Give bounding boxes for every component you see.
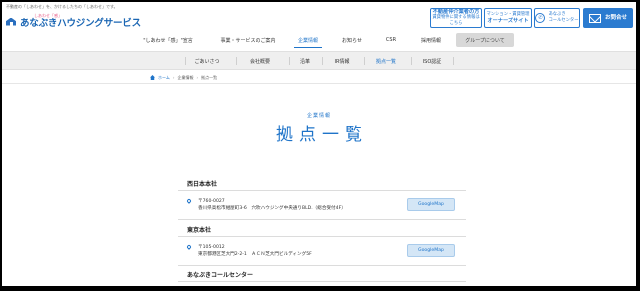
global-nav: "しあわせ「感」"宣言 事業・サービスのご案内 企業情報 お知らせ CSR 採用… xyxy=(2,30,636,50)
gnav-item-group[interactable]: グループについて xyxy=(456,33,514,47)
subnav-divider xyxy=(322,57,323,65)
realtor-button[interactable]: 不動産仲介業者の方 賃貸物件に関する情報はこちら xyxy=(430,8,482,28)
office-row: 〒760-0027 香川県高松市紺屋町3-6 穴吹ハウジング中央通りBLD.（総… xyxy=(186,198,466,216)
owners-site-button[interactable]: マンション・賃貸管理 オーナーズサイト xyxy=(484,8,532,28)
owners-site-button-label: オーナーズサイト xyxy=(487,18,529,24)
logo-text: あなぶきハウジングサービス xyxy=(20,18,141,29)
breadcrumb: ホーム › 企業情報 › 拠点一覧 xyxy=(150,74,217,81)
page-title: 拠点一覧 xyxy=(276,125,368,145)
breadcrumb-divider xyxy=(2,83,636,84)
gnav-item-recruit[interactable]: 採用情報 xyxy=(410,30,452,50)
office-row: 〒105-0012 東京都港区芝大門2-2-1 ＡＣＮ芝大門ビルディング5F G… xyxy=(186,244,466,262)
gnav-item-declaration[interactable]: "しあわせ「感」"宣言 xyxy=(126,30,210,50)
subnav-divider xyxy=(364,57,365,65)
office-address: 香川県高松市紺屋町3-6 穴吹ハウジング中央通りBLD.（総合受付4F） xyxy=(198,206,346,211)
gnav-item-services[interactable]: 事業・サービスのご案内 xyxy=(214,30,282,50)
map-pin-icon xyxy=(186,244,192,250)
subnav-divider xyxy=(411,57,412,65)
contact-button[interactable]: お問合せ xyxy=(583,8,633,28)
office-postal: 〒105-0012 xyxy=(198,245,225,250)
company-subnav: ごあいさつ 会社概要 沿革 IR情報 拠点一覧 ISO認証 xyxy=(2,51,636,70)
office-divider xyxy=(178,281,466,282)
subnav-divider xyxy=(236,57,237,65)
google-map-button[interactable]: GoogleMap xyxy=(407,198,455,211)
office-name: あなぶきコールセンター xyxy=(187,272,254,279)
office-divider xyxy=(178,190,466,191)
office-address: 東京都港区芝大門2-2-1 ＡＣＮ芝大門ビルディング5F xyxy=(198,252,312,257)
chevron-right-icon: › xyxy=(196,75,199,80)
breadcrumb-home[interactable]: ホーム xyxy=(158,75,170,81)
subnav-divider xyxy=(453,57,454,65)
office-name: 東京本社 xyxy=(187,227,212,234)
office-divider xyxy=(178,265,466,266)
site-logo[interactable]: しあわせ「感」 あなぶきハウジングサービス xyxy=(6,11,141,31)
gnav-item-csr[interactable]: CSR xyxy=(376,30,406,50)
gnav-item-news[interactable]: お知らせ xyxy=(332,30,372,50)
office-divider xyxy=(178,219,466,220)
subnav-divider xyxy=(289,57,290,65)
subnav-item-greeting[interactable]: ごあいさつ xyxy=(187,52,227,70)
page-kicker: 企業情報 xyxy=(306,113,331,119)
subnav-item-ir[interactable]: IR情報 xyxy=(324,52,360,70)
home-icon[interactable] xyxy=(150,75,155,80)
mail-icon xyxy=(588,13,601,23)
office-name: 西日本本社 xyxy=(187,181,218,188)
google-map-button[interactable]: GoogleMap xyxy=(407,244,455,257)
contact-button-label: お問合せ xyxy=(604,15,627,21)
office-postal: 〒760-0027 xyxy=(198,199,225,204)
page: 不動産の「しあわせ」を、かけるしたちの「しあわせ」です。 しあわせ「感」 あなぶ… xyxy=(2,2,636,286)
chevron-right-icon: › xyxy=(172,75,175,80)
subnav-item-locations[interactable]: 拠点一覧 xyxy=(366,52,406,70)
subnav-item-overview[interactable]: 会社概要 xyxy=(238,52,282,70)
office-divider xyxy=(178,236,466,237)
subnav-item-iso[interactable]: ISO認証 xyxy=(413,52,451,70)
breadcrumb-current: 拠点一覧 xyxy=(201,74,218,80)
breadcrumb-parent[interactable]: 企業情報 xyxy=(178,75,194,81)
house-logo-icon xyxy=(6,16,17,27)
phone-icon: ✆ xyxy=(535,13,546,23)
map-pin-icon xyxy=(186,198,192,204)
subnav-item-history[interactable]: 沿革 xyxy=(291,52,319,70)
header-tagline: 不動産の「しあわせ」を、かけるしたちの「しあわせ」です。 xyxy=(6,4,118,9)
realtor-button-sub: 賃貸物件に関する情報はこちら xyxy=(432,15,480,26)
call-center-button[interactable]: ✆ あなぶき コールセンター xyxy=(534,8,580,28)
subnav-divider xyxy=(185,57,186,65)
call-center-line2: コールセンター xyxy=(548,18,579,23)
gnav-item-company[interactable]: 企業情報 xyxy=(288,30,328,50)
